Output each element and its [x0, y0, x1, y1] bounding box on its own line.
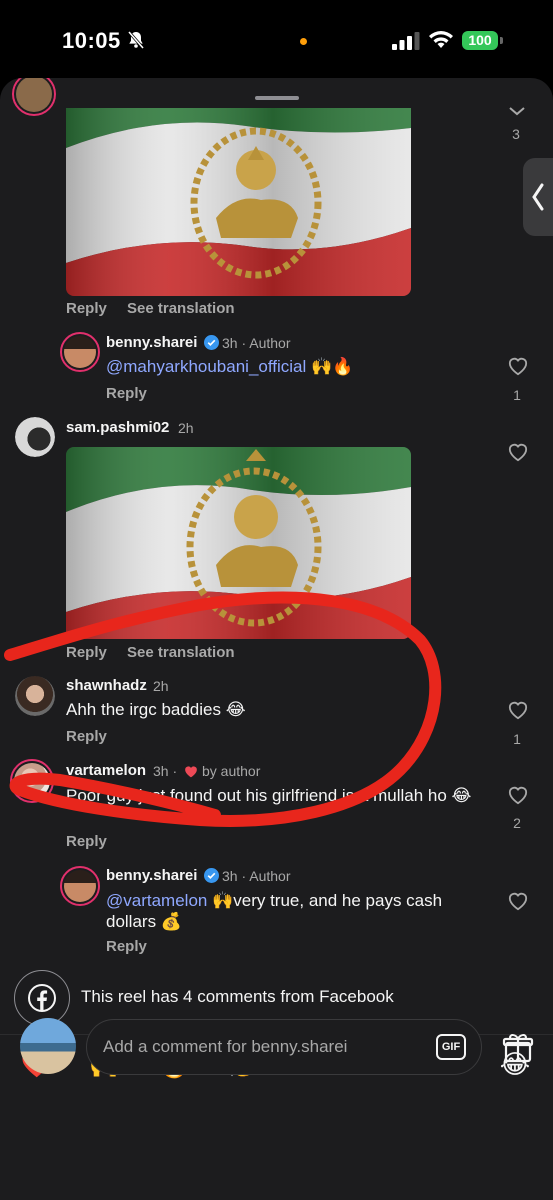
signal-icon [392, 32, 420, 50]
liked-by-author-heart-icon [185, 766, 197, 778]
mention-link[interactable]: @vartamelon [106, 891, 207, 910]
comment-text: Poor guy just found out his girlfriend i… [66, 786, 472, 805]
heart-icon[interactable] [507, 891, 529, 911]
comment-meta-liked: by author [202, 763, 261, 779]
heart-icon[interactable] [507, 700, 529, 720]
avatar[interactable] [60, 332, 100, 372]
reply-button[interactable]: Reply [66, 644, 107, 661]
reply-button[interactable]: Reply [66, 728, 107, 745]
heart-icon[interactable] [507, 442, 529, 462]
comment-image[interactable] [66, 108, 411, 296]
avatar[interactable] [15, 417, 55, 457]
like-count: 2 [513, 815, 521, 831]
composer-avatar [20, 1018, 76, 1074]
avatar[interactable] [10, 759, 54, 803]
verified-icon [204, 335, 219, 350]
status-bar: 10:05 100 [0, 0, 553, 80]
like-count: 3 [512, 126, 520, 142]
comment-meta: 2h [178, 420, 194, 436]
comments-sheet: 3 Reply See translation benny.sharei 3h … [0, 78, 553, 1200]
avatar[interactable] [60, 866, 100, 906]
comment-username[interactable]: benny.sharei [106, 867, 197, 884]
comment-username[interactable]: benny.sharei [106, 334, 197, 351]
sheet-grab-handle[interactable] [255, 96, 299, 100]
comment-text: @mahyarkhoubani_official 🙌🔥 [106, 356, 486, 377]
comment-meta: 3h · Author [222, 868, 291, 884]
comment-input[interactable]: Add a comment for benny.sharei [86, 1019, 482, 1075]
comment-meta-time: 3h · [153, 763, 178, 779]
facebook-notice-text: This reel has 4 comments from Facebook [81, 987, 394, 1006]
like-count: 1 [513, 731, 521, 747]
comment-meta: 2h [153, 678, 169, 694]
avatar[interactable] [15, 676, 55, 716]
verified-icon [204, 868, 219, 883]
chevron-left-icon [532, 183, 544, 211]
avatar[interactable] [12, 78, 56, 116]
reply-button[interactable]: Reply [66, 300, 107, 317]
privacy-indicator [300, 38, 307, 45]
gift-icon[interactable] [502, 1031, 534, 1063]
reply-button[interactable]: Reply [106, 938, 147, 955]
see-translation-button[interactable]: See translation [127, 300, 235, 317]
iran-lion-sun-flag-image [66, 108, 411, 296]
comment-text: @vartamelon 🙌very true, and he pays cash… [106, 890, 486, 932]
heart-icon[interactable] [507, 356, 529, 376]
battery-indicator: 100 [462, 31, 498, 50]
comment-text-suffix: 🙌🔥 [306, 357, 354, 376]
comment-text: Ahh the irgc baddies 😂 [66, 700, 246, 719]
comment-username[interactable]: sam.pashmi02 [66, 419, 169, 436]
facebook-comments-notice[interactable]: This reel has 4 comments from Facebook [14, 970, 539, 1026]
comment-meta: 3h · Author [222, 335, 291, 351]
side-panel-tab[interactable] [523, 158, 553, 236]
facebook-icon [28, 984, 56, 1012]
battery-tip [500, 37, 503, 44]
wifi-icon [429, 31, 453, 48]
heart-icon[interactable] [507, 785, 529, 805]
see-translation-button[interactable]: See translation [127, 644, 235, 661]
comment-image[interactable] [66, 447, 411, 639]
heart-icon[interactable] [508, 106, 526, 116]
comment-username[interactable]: vartamelon [66, 762, 146, 779]
status-time: 10:05 [62, 28, 121, 53]
composer-avatar-photo [20, 1018, 76, 1074]
bell-slash-icon [127, 31, 145, 49]
gif-button[interactable]: GIF [436, 1034, 466, 1060]
comment-username[interactable]: shawnhadz [66, 677, 147, 694]
mention-link[interactable]: @mahyarkhoubani_official [106, 357, 306, 376]
like-count: 1 [513, 387, 521, 403]
iran-lion-sun-flag-image [66, 447, 411, 639]
reply-button[interactable]: Reply [106, 385, 147, 402]
reply-button[interactable]: Reply [66, 833, 107, 850]
